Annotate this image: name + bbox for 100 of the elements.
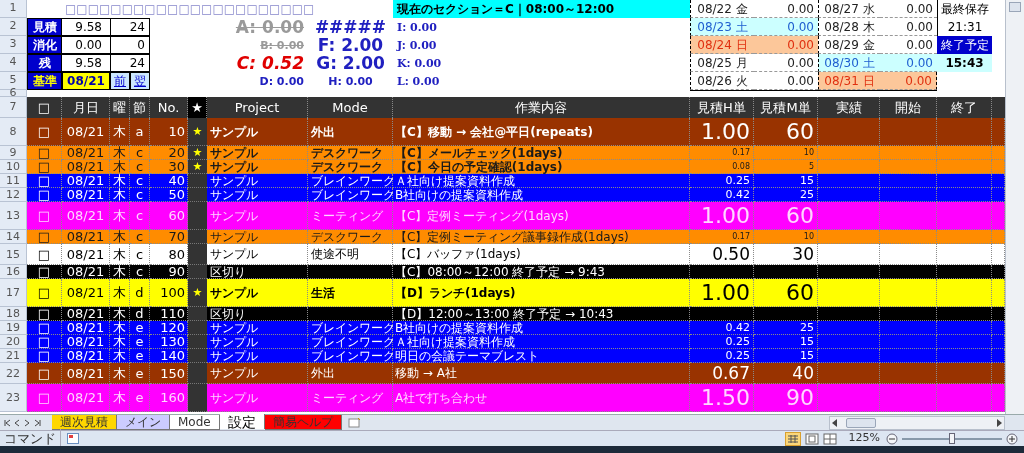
sheet-tab[interactable]: 設定 — [219, 414, 265, 429]
zoom-percentage[interactable]: 125% — [848, 430, 880, 447]
star-column-cell — [188, 202, 207, 230]
summary-minutes: 24 — [110, 54, 150, 72]
current-section-bar: 現在のセクション＝C｜08:00～12:00 — [393, 0, 690, 18]
section-total: D: 0.00 — [258, 73, 305, 90]
calendar-value: 0.00 — [754, 36, 818, 54]
section-total: B: 0.00 — [259, 37, 305, 54]
row-number: 8 — [0, 118, 27, 146]
row-number: 18 — [0, 307, 27, 321]
star-column-cell: ★ — [188, 146, 207, 160]
star-column-cell — [188, 363, 207, 384]
scrollbar-thumb[interactable] — [846, 417, 876, 428]
scroll-left-icon[interactable] — [830, 417, 840, 428]
calendar-date: 08/30 土 — [818, 54, 880, 72]
row-number: 23 — [0, 384, 27, 412]
row-number: 17 — [0, 279, 27, 307]
sheet-nav-arrow-icon[interactable] — [4, 418, 11, 427]
summary-label: 残 — [27, 54, 62, 72]
calendar-date: 08/23 土 — [690, 18, 754, 36]
normal-view-icon[interactable] — [784, 431, 801, 446]
previous-day-button[interactable]: 前 — [110, 72, 130, 90]
section-total: H: 0.00 — [327, 73, 374, 90]
section-total: ##### — [313, 18, 388, 36]
star-column-cell — [188, 265, 207, 279]
table-cell: 木 — [110, 384, 130, 412]
horizontal-scrollbar[interactable] — [829, 415, 1005, 430]
star-column-cell — [188, 321, 207, 335]
star-column-cell — [188, 335, 207, 349]
table-cell: ミーティング — [308, 384, 393, 412]
row-number: 10 — [0, 160, 27, 174]
sheet-tab[interactable]: メイン — [117, 415, 170, 430]
base-date: 08/21 — [62, 72, 110, 90]
section-total: C: 0.52 — [235, 54, 305, 72]
zoom-in-icon[interactable] — [1006, 432, 1018, 445]
calendar-date: 08/26 火 — [690, 72, 754, 90]
vertical-scrollbar[interactable] — [1005, 0, 1024, 414]
column-header: ★ — [188, 97, 207, 118]
square-marks-text: □□□□□□□□□□□□□□□□□□□□□□ — [64, 1, 316, 18]
row-number: 9 — [0, 146, 27, 160]
row-number: 12 — [0, 188, 27, 202]
section-total: L: 0.00 — [396, 73, 441, 90]
star-column-cell — [188, 307, 207, 321]
row-number: 19 — [0, 321, 27, 335]
calendar-value: 0.00 — [880, 54, 937, 72]
table-cell: 08/21 — [62, 384, 110, 412]
table-cell: 1.50 — [690, 384, 754, 412]
row-number: 2 — [0, 18, 27, 36]
section-total: K: 0.00 — [396, 55, 443, 72]
last-saved-label: 最終保存 — [937, 0, 992, 18]
scroll-right-icon[interactable] — [994, 417, 1004, 428]
row-number: 21 — [0, 349, 27, 363]
row-number: 20 — [0, 335, 27, 349]
macro-record-icon[interactable] — [67, 433, 79, 444]
star-column-cell — [188, 188, 207, 202]
calendar-value: 0.00 — [880, 72, 937, 90]
sheet-nav-arrow-icon[interactable] — [34, 418, 41, 427]
row-number: 3 — [0, 36, 27, 54]
row-number: 4 — [0, 54, 27, 72]
end-estimate-time: 15:43 — [937, 54, 992, 72]
summary-label: 見積 — [27, 18, 62, 36]
table-cell: A社で打ち合わせ — [393, 384, 690, 412]
row-number: 15 — [0, 244, 27, 265]
star-column-cell — [188, 174, 207, 188]
star-column-cell — [188, 230, 207, 244]
summary-minutes: 0 — [110, 36, 150, 54]
calendar-value: 0.00 — [754, 18, 818, 36]
zoom-out-icon[interactable] — [886, 432, 898, 445]
table-cell: サンプル — [207, 384, 308, 412]
page-layout-icon[interactable] — [804, 432, 819, 445]
row-number: 7 — [0, 97, 27, 118]
section-total: A: 0.00 — [234, 18, 305, 36]
table-cell: e — [130, 384, 150, 412]
section-total: I: 0.00 — [396, 19, 438, 36]
row-number: 11 — [0, 174, 27, 188]
summary-label: 消化 — [27, 36, 62, 54]
star-column-cell: ★ — [188, 160, 207, 174]
table-cell: 90 — [754, 384, 818, 412]
row-number: 13 — [0, 202, 27, 230]
section-total: G: 2.00 — [315, 54, 386, 72]
new-sheet-icon[interactable] — [347, 417, 362, 428]
calendar-date: 08/22 金 — [690, 0, 754, 18]
next-day-button[interactable]: 翌 — [130, 72, 150, 90]
calendar-date: 08/31 日 — [818, 72, 880, 90]
base-label: 基準 — [27, 72, 62, 90]
summary-hours: 0.00 — [62, 36, 110, 54]
sheet-tab[interactable]: 週次見積 — [52, 415, 117, 430]
star-column-cell: ★ — [188, 279, 207, 307]
calendar-date: 08/29 金 — [818, 36, 880, 54]
summary-hours: 9.58 — [62, 18, 110, 36]
calendar-date: 08/24 日 — [690, 36, 754, 54]
row-number: 22 — [0, 363, 27, 384]
row-number: 16 — [0, 265, 27, 279]
zoom-slider-thumb[interactable] — [949, 432, 955, 444]
calendar-date: 08/25 月 — [690, 54, 754, 72]
calendar-date: 08/27 水 — [818, 0, 880, 18]
star-column-cell — [188, 244, 207, 265]
row-number: 1 — [0, 0, 27, 18]
section-total: F: 2.00 — [316, 36, 385, 54]
sheet-tab[interactable]: Mode — [170, 415, 220, 430]
